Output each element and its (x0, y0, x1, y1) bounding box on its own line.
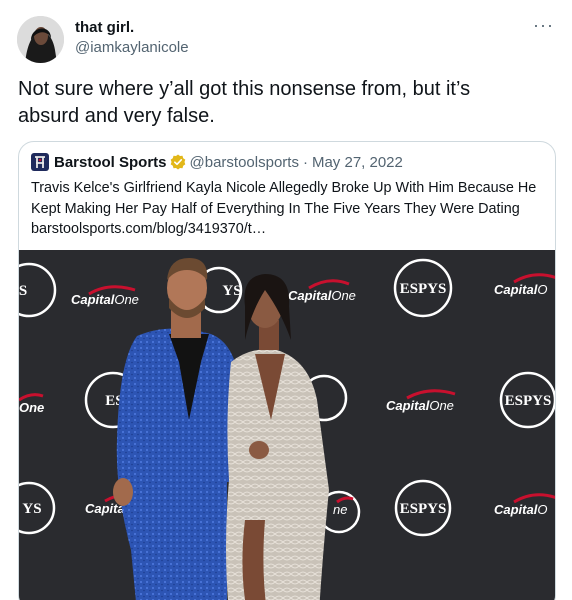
dot-separator: · (302, 153, 308, 171)
tweet-text: Not sure where y’all got this nonsense f… (18, 76, 548, 130)
more-icon[interactable]: ··· (533, 16, 554, 34)
svg-text:CapitalOne: CapitalOne (71, 292, 139, 307)
quoted-tweet[interactable]: Barstool Sports @barstoolsports · May 27… (18, 141, 556, 600)
svg-text:CapitalO: CapitalO (494, 502, 547, 517)
svg-text:CapitalOne: CapitalOne (386, 398, 454, 413)
quoted-tweet-header: Barstool Sports @barstoolsports · May 27… (31, 153, 403, 171)
red-carpet-photo: ESPYS ESPYS ESPYS ESP YS S YS CapitalOne… (19, 250, 555, 600)
quoted-link[interactable]: barstoolsports.com/blog/3419370/t… (31, 219, 547, 240)
svg-text:ESPYS: ESPYS (505, 393, 552, 409)
barstool-logo-icon (35, 156, 45, 168)
tweet-text-line: absurd and very false. (18, 105, 215, 127)
tweet-text-line: Not sure where y’all got this nonsense f… (18, 78, 471, 100)
author-handle[interactable]: @iamkaylanicole (75, 38, 189, 58)
quoted-text-line: Travis Kelce's Girlfriend Kayla Nicole A… (31, 180, 537, 196)
barstool-avatar[interactable] (31, 153, 49, 171)
svg-text:YS: YS (22, 501, 41, 517)
verified-badge-icon (170, 154, 186, 170)
svg-text:One: One (19, 400, 44, 415)
quoted-text-line: Kept Making Her Pay Half of Everything I… (31, 200, 520, 217)
author-avatar[interactable] (17, 16, 64, 63)
svg-text:ESPYS: ESPYS (400, 501, 447, 517)
author-block: that girl. @iamkaylanicole (75, 18, 189, 58)
svg-text:ESPYS: ESPYS (400, 281, 447, 297)
quoted-tweet-text: Travis Kelce's Girlfriend Kayla Nicole A… (31, 178, 547, 240)
tweet: that girl. @iamkaylanicole ··· Not sure … (0, 0, 572, 600)
quoted-date[interactable]: May 27, 2022 (312, 154, 403, 171)
svg-text:CapitalOne: CapitalOne (288, 288, 356, 303)
author-display-name[interactable]: that girl. (75, 18, 189, 37)
quoted-photo[interactable]: ESPYS ESPYS ESPYS ESP YS S YS CapitalOne… (19, 250, 555, 600)
svg-text:ne: ne (333, 502, 347, 517)
svg-text:S: S (19, 283, 27, 299)
svg-text:YS: YS (222, 283, 241, 299)
quoted-author-name[interactable]: Barstool Sports (54, 154, 167, 171)
quoted-author-handle[interactable]: @barstoolsports (190, 154, 299, 171)
svg-text:CapitalO: CapitalO (494, 282, 547, 297)
